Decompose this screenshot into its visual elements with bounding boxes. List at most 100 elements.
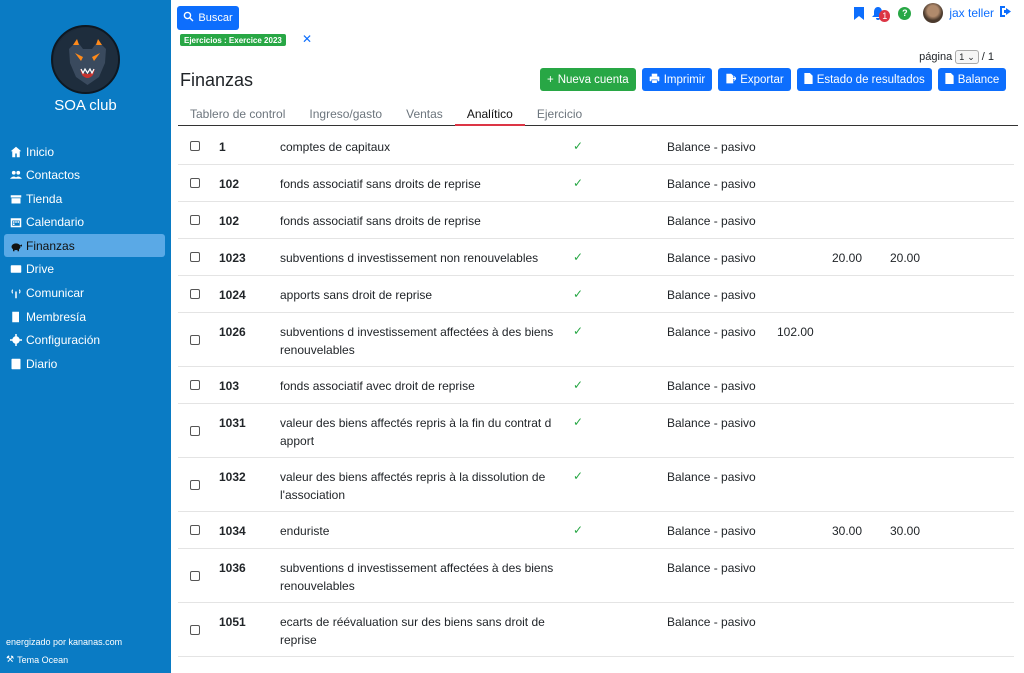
export-button[interactable]: Exportar [718, 68, 791, 91]
tab-tablero-de-control[interactable]: Tablero de control [178, 104, 297, 126]
sidebar-item-tienda[interactable]: Tienda [4, 187, 165, 210]
notifications-button[interactable]: 1 [872, 6, 891, 22]
search-button-label: Buscar [198, 12, 233, 24]
sidebar-item-label: Configuración [26, 333, 101, 348]
account-code: 1036 [219, 561, 246, 575]
bookmark-icon[interactable] [854, 6, 866, 20]
table-row[interactable]: 1051 ecarts de réévaluation sur des bien… [178, 603, 1014, 657]
amount-value: 102.00 [777, 325, 814, 339]
table-row[interactable]: 1034 enduriste ✓ Balance - pasivo 30.00 … [178, 512, 1014, 549]
account-code: 1023 [219, 251, 246, 265]
check-icon: ✓ [573, 139, 584, 153]
theme-link[interactable]: ⚒ Tema Ocean [6, 654, 68, 665]
tab-analitico[interactable]: Analítico [454, 104, 525, 126]
account-code: 103 [219, 379, 240, 393]
sidebar-item-calendario[interactable]: Calendario [4, 211, 165, 234]
sidebar-item-inicio[interactable]: Inicio [4, 140, 165, 163]
tab-ventas[interactable]: Ventas [394, 104, 455, 126]
table-row[interactable]: 102 fonds associatif sans droits de repr… [178, 165, 1014, 202]
account-type: Balance - pasivo [667, 251, 756, 265]
sidebar-item-contactos[interactable]: Contactos [4, 164, 165, 187]
theme-label: Tema Ocean [17, 654, 69, 665]
sidebar: SOA club Inicio Contactos Tienda Calenda… [0, 0, 171, 673]
chevron-down-icon: ⌄ [967, 51, 975, 62]
row-checkbox[interactable] [190, 380, 200, 390]
row-checkbox[interactable] [190, 215, 200, 225]
row-checkbox[interactable] [190, 141, 200, 151]
calendar-icon [9, 215, 23, 229]
table-row[interactable]: 1 comptes de capitaux ✓ Balance - pasivo [178, 128, 1014, 165]
avatar[interactable] [923, 3, 944, 23]
new-account-button[interactable]: + Nueva cuenta [540, 68, 636, 91]
row-checkbox[interactable] [190, 426, 200, 436]
balance-button[interactable]: Balance [937, 68, 1007, 91]
user-name-link[interactable]: jax teller [949, 6, 994, 20]
account-code: 102 [219, 177, 240, 191]
tab-bar: Tablero de control Ingreso/gasto Ventas … [178, 104, 1018, 126]
row-checkbox[interactable] [190, 625, 200, 635]
table-row[interactable]: 103 fonds associatif avec droit de repri… [178, 367, 1014, 404]
club-logo[interactable] [51, 25, 120, 94]
row-checkbox[interactable] [190, 571, 200, 581]
table-row[interactable]: 102 fonds associatif sans droits de repr… [178, 202, 1014, 239]
tab-ingreso-gasto[interactable]: Ingreso/gasto [297, 104, 394, 126]
sidebar-item-finanzas[interactable]: Finanzas [4, 234, 165, 258]
sidebar-item-label: Tienda [26, 191, 63, 206]
file-icon [804, 72, 813, 87]
row-checkbox[interactable] [190, 252, 200, 262]
page-select[interactable]: 1 ⌄ [955, 50, 979, 64]
table-row[interactable]: 1023 subventions d investissement non re… [178, 239, 1014, 276]
sidebar-item-diario[interactable]: Diario [4, 352, 165, 375]
account-name: enduriste [280, 524, 330, 538]
check-icon: ✓ [573, 324, 584, 338]
account-name: comptes de capitaux [280, 140, 391, 154]
amount-value: 30.00 [890, 524, 921, 538]
account-type: Balance - pasivo [667, 561, 756, 575]
filter-badge: Ejercicios : Exercice 2023 [180, 34, 286, 46]
print-button[interactable]: Imprimir [641, 68, 713, 91]
remove-filter-icon[interactable]: ✕ [302, 32, 312, 46]
row-checkbox[interactable] [190, 335, 200, 345]
powered-by-link[interactable]: energizado por kananas.com [6, 637, 122, 647]
door-icon [9, 310, 23, 324]
check-icon: ✓ [573, 378, 584, 392]
sidebar-item-membresia[interactable]: Membresía [4, 305, 165, 328]
check-icon: ✓ [573, 250, 584, 264]
search-button[interactable]: Buscar [177, 6, 239, 30]
users-icon [9, 168, 23, 182]
check-icon: ✓ [573, 523, 584, 537]
account-code: 1032 [219, 470, 246, 484]
sidebar-nav: Inicio Contactos Tienda Calendario Finan… [4, 140, 165, 376]
sidebar-item-comunicar[interactable]: Comunicar [4, 282, 165, 305]
tab-ejercicio[interactable]: Ejercicio [525, 104, 594, 126]
logout-icon[interactable] [1000, 6, 1012, 20]
check-icon: ✓ [573, 176, 584, 190]
table-row[interactable]: 1032 valeur des biens affectés repris à … [178, 458, 1014, 512]
account-type: Balance - pasivo [667, 379, 756, 393]
table-row[interactable]: 1026 subventions d investissement affect… [178, 313, 1014, 367]
store-icon [9, 192, 23, 206]
piggy-bank-icon [9, 239, 23, 253]
income-statement-button[interactable]: Estado de resultados [796, 68, 932, 91]
sidebar-item-configuracion[interactable]: Configuración [4, 329, 165, 352]
table-row[interactable]: 1031 valeur des biens affectés repris à … [178, 404, 1014, 458]
table-row[interactable]: 1036 subventions d investissement affect… [178, 549, 1014, 603]
page-select-value: 1 [959, 52, 965, 62]
row-checkbox[interactable] [190, 480, 200, 490]
drive-icon [9, 262, 23, 276]
sidebar-item-label: Diario [26, 356, 58, 371]
journal-icon [9, 357, 23, 371]
action-toolbar: + Nueva cuenta Imprimir Exportar Estado … [540, 68, 1007, 91]
row-checkbox[interactable] [190, 289, 200, 299]
row-checkbox[interactable] [190, 525, 200, 535]
account-type: Balance - pasivo [667, 416, 756, 430]
help-icon[interactable]: ? [898, 6, 912, 20]
sidebar-item-drive[interactable]: Drive [4, 258, 165, 281]
income-statement-label: Estado de resultados [816, 73, 925, 86]
account-name: apports sans droit de reprise [280, 288, 433, 302]
account-type: Balance - pasivo [667, 524, 756, 538]
check-icon: ✓ [573, 469, 584, 483]
row-checkbox[interactable] [190, 178, 200, 188]
account-name: fonds associatif avec droit de reprise [280, 379, 475, 393]
table-row[interactable]: 1024 apports sans droit de reprise ✓ Bal… [178, 276, 1014, 313]
